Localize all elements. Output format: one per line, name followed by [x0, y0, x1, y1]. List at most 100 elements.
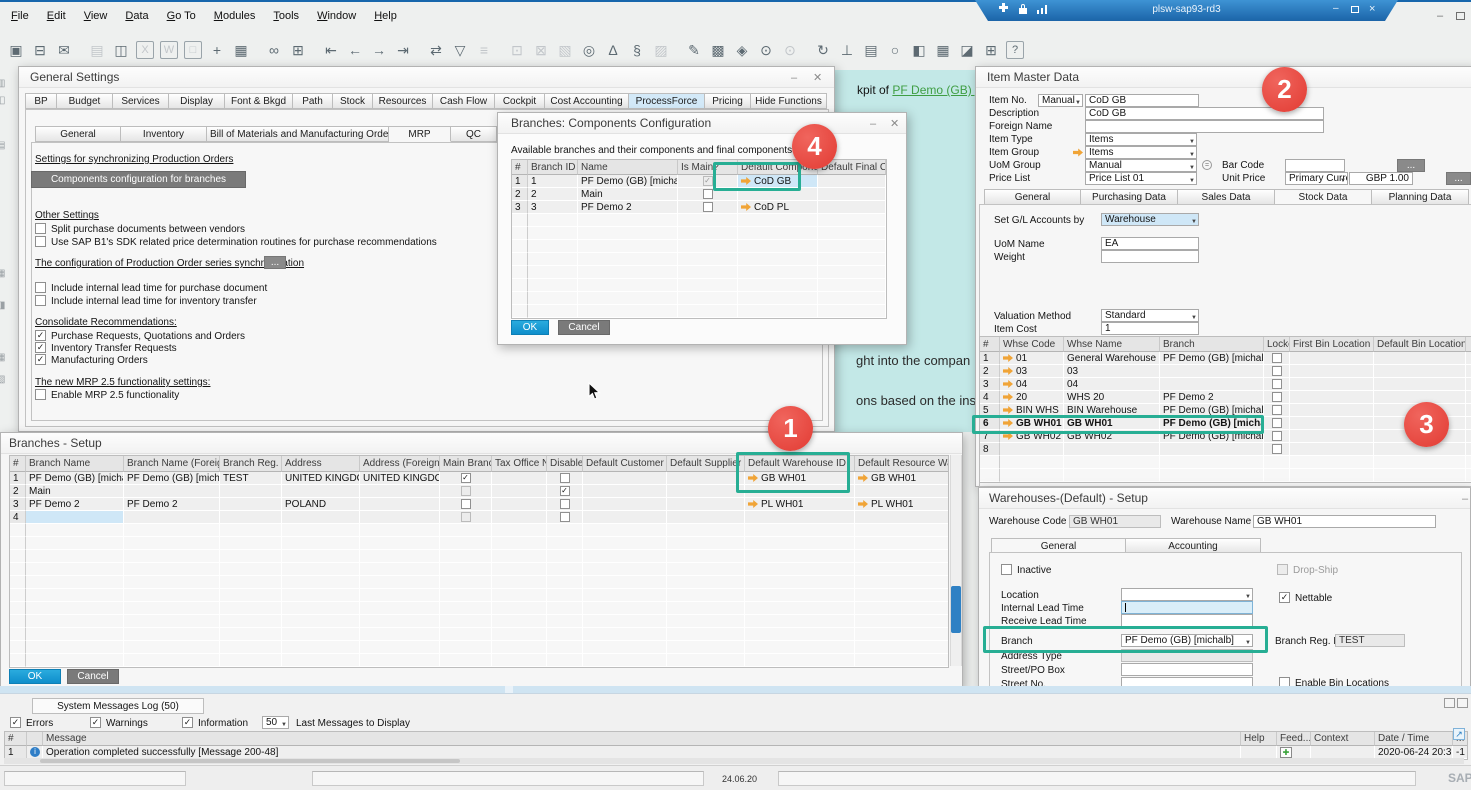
- tab-inventory[interactable]: Inventory: [121, 126, 207, 142]
- menu-file[interactable]: File: [2, 10, 38, 22]
- payment-means-icon[interactable]: ◎: [577, 39, 601, 62]
- export-log-icon[interactable]: ↗: [1453, 728, 1465, 740]
- dock-icon-5[interactable]: ◨: [0, 300, 7, 311]
- tab-bp[interactable]: BP: [25, 93, 57, 109]
- row-checkbox[interactable]: [1272, 353, 1282, 363]
- tab-path[interactable]: Path: [293, 93, 333, 109]
- export-pdf-icon[interactable]: □: [184, 41, 202, 59]
- branches-cancel-button[interactable]: Cancel: [67, 669, 119, 684]
- gross-profit-icon[interactable]: Δ: [601, 39, 625, 62]
- table-row[interactable]: [980, 469, 1471, 482]
- table-row[interactable]: 4: [10, 511, 948, 524]
- table-row[interactable]: 8: [980, 443, 1471, 456]
- column-header-branch-name-foreign[interactable]: Branch Name (Foreign): [124, 456, 220, 472]
- table-row[interactable]: 11PF Demo (GB) [michalb]CoD GB: [512, 175, 886, 188]
- messages-log-tab[interactable]: System Messages Log (50): [32, 698, 204, 714]
- column-header-default-bin-location[interactable]: Default Bin Location: [1374, 337, 1466, 352]
- row-checkbox[interactable]: [1272, 431, 1282, 441]
- row-checkbox[interactable]: [703, 176, 713, 186]
- tab-budget[interactable]: Budget: [57, 93, 113, 109]
- row-checkbox[interactable]: [1272, 392, 1282, 402]
- table-row[interactable]: [10, 563, 948, 576]
- form-settings-icon[interactable]: ▩: [706, 39, 730, 62]
- column-header-context[interactable]: Context: [1311, 732, 1375, 746]
- tab-services[interactable]: Services: [113, 93, 169, 109]
- tab-stock[interactable]: Stock: [333, 93, 373, 109]
- table-row[interactable]: 3PF Demo 2PF Demo 2POLANDPL WH01PL WH01: [10, 498, 948, 511]
- uom-group-combo[interactable]: Manual: [1085, 159, 1197, 172]
- sort-icon[interactable]: ≡: [472, 39, 496, 62]
- link-arrow-icon[interactable]: [1073, 148, 1083, 157]
- inactive-checkbox[interactable]: [1001, 564, 1012, 575]
- column-header-branch-id[interactable]: Branch ID: [528, 160, 578, 175]
- row-checkbox[interactable]: [703, 202, 713, 212]
- employee-icon[interactable]: ○: [883, 39, 907, 62]
- last-record-icon[interactable]: ⇥: [391, 39, 415, 62]
- table-row[interactable]: 20303: [980, 365, 1471, 378]
- export-word-icon[interactable]: W: [160, 41, 178, 59]
- split-purchase-checkbox[interactable]: [35, 223, 46, 234]
- menu-help[interactable]: Help: [365, 10, 406, 22]
- item-cost-input[interactable]: 1: [1101, 322, 1199, 335]
- column-header-col7[interactable]: [1466, 337, 1471, 352]
- column-header-blank[interactable]: #: [5, 732, 27, 746]
- dock-icon-1[interactable]: ▥: [0, 78, 7, 89]
- tab-cost-accounting[interactable]: Cost Accounting: [545, 93, 629, 109]
- column-header-help[interactable]: Help: [1241, 732, 1277, 746]
- column-header-branch-name[interactable]: Branch Name: [26, 456, 124, 472]
- table-row[interactable]: [980, 456, 1471, 469]
- column-header-default-customer-id[interactable]: Default Customer ID: [583, 456, 667, 472]
- column-header-default-supplier-id[interactable]: Default Supplier ID: [667, 456, 745, 472]
- export-excel-icon[interactable]: X: [136, 41, 154, 59]
- column-header-tax-office-no[interactable]: Tax Office No.: [492, 456, 547, 472]
- menu-go-to[interactable]: Go To: [158, 10, 205, 22]
- column-header-address-foreign[interactable]: Address (Foreign): [360, 456, 440, 472]
- table-row[interactable]: 420WHS 20PF Demo 2: [980, 391, 1471, 404]
- cockpit-company-link[interactable]: PF Demo (GB) [mi: [892, 83, 975, 97]
- bar-code-input[interactable]: [1285, 159, 1345, 172]
- components-config-button[interactable]: Components configuration for branches: [31, 171, 246, 188]
- dock-icon-3[interactable]: ▤: [0, 140, 7, 151]
- column-header-locked[interactable]: Locked: [1264, 337, 1290, 352]
- tab-processforce[interactable]: ProcessForce: [629, 93, 705, 109]
- table-icon[interactable]: ▦: [931, 39, 955, 62]
- link-arrow-icon[interactable]: [858, 474, 868, 483]
- add-record-icon[interactable]: ⊞: [286, 39, 310, 62]
- consolidate-purchase-checkbox[interactable]: [35, 330, 46, 341]
- comment-icon[interactable]: ⊙: [754, 39, 778, 62]
- table-row[interactable]: [10, 550, 948, 563]
- row-checkbox[interactable]: [461, 512, 471, 522]
- menu-tools[interactable]: Tools: [264, 10, 308, 22]
- table-row[interactable]: [10, 537, 948, 550]
- rdp-restore-button[interactable]: [1351, 6, 1359, 13]
- row-checkbox[interactable]: [461, 473, 471, 483]
- column-header-date-time[interactable]: Date / Time: [1375, 732, 1453, 746]
- table-row[interactable]: 101General WarehousePF Demo (GB) [michal…: [980, 352, 1471, 365]
- table-row[interactable]: [512, 292, 886, 305]
- column-header-default-resource-warehouse[interactable]: Default Resource Warehouse: [855, 456, 949, 472]
- price-list-combo[interactable]: Price List 01: [1085, 172, 1197, 185]
- foreign-name-input[interactable]: [1085, 120, 1324, 133]
- dock-restore-icon[interactable]: [1444, 698, 1455, 708]
- rdp-close-button[interactable]: ×: [1369, 3, 1375, 15]
- cell[interactable]: 04: [1000, 378, 1064, 391]
- filter-warnings-checkbox[interactable]: [90, 717, 101, 728]
- row-checkbox[interactable]: [560, 499, 570, 509]
- app-restore-button[interactable]: [1456, 12, 1465, 20]
- cell[interactable]: CoD PL: [738, 201, 818, 214]
- lead-transfer-checkbox[interactable]: [35, 295, 46, 306]
- series-sync-more-button[interactable]: ...: [264, 256, 286, 269]
- journal-entry-icon[interactable]: ▧: [553, 39, 577, 62]
- column-header-feed[interactable]: Feed...: [1277, 732, 1311, 746]
- lock-screen-icon[interactable]: ▦: [229, 39, 253, 62]
- column-header-first-bin-location[interactable]: First Bin Location: [1290, 337, 1374, 352]
- link-arrow-icon[interactable]: [748, 500, 758, 509]
- split-view-icon[interactable]: ◧: [907, 39, 931, 62]
- filter-information-checkbox[interactable]: [182, 717, 193, 728]
- table-row[interactable]: [10, 641, 948, 654]
- dock-icon-2[interactable]: ◫: [0, 95, 7, 106]
- filter-icon[interactable]: ▽: [448, 39, 472, 62]
- table-row[interactable]: [512, 279, 886, 292]
- row-checkbox[interactable]: [1272, 405, 1282, 415]
- link-arrow-icon[interactable]: [741, 203, 751, 212]
